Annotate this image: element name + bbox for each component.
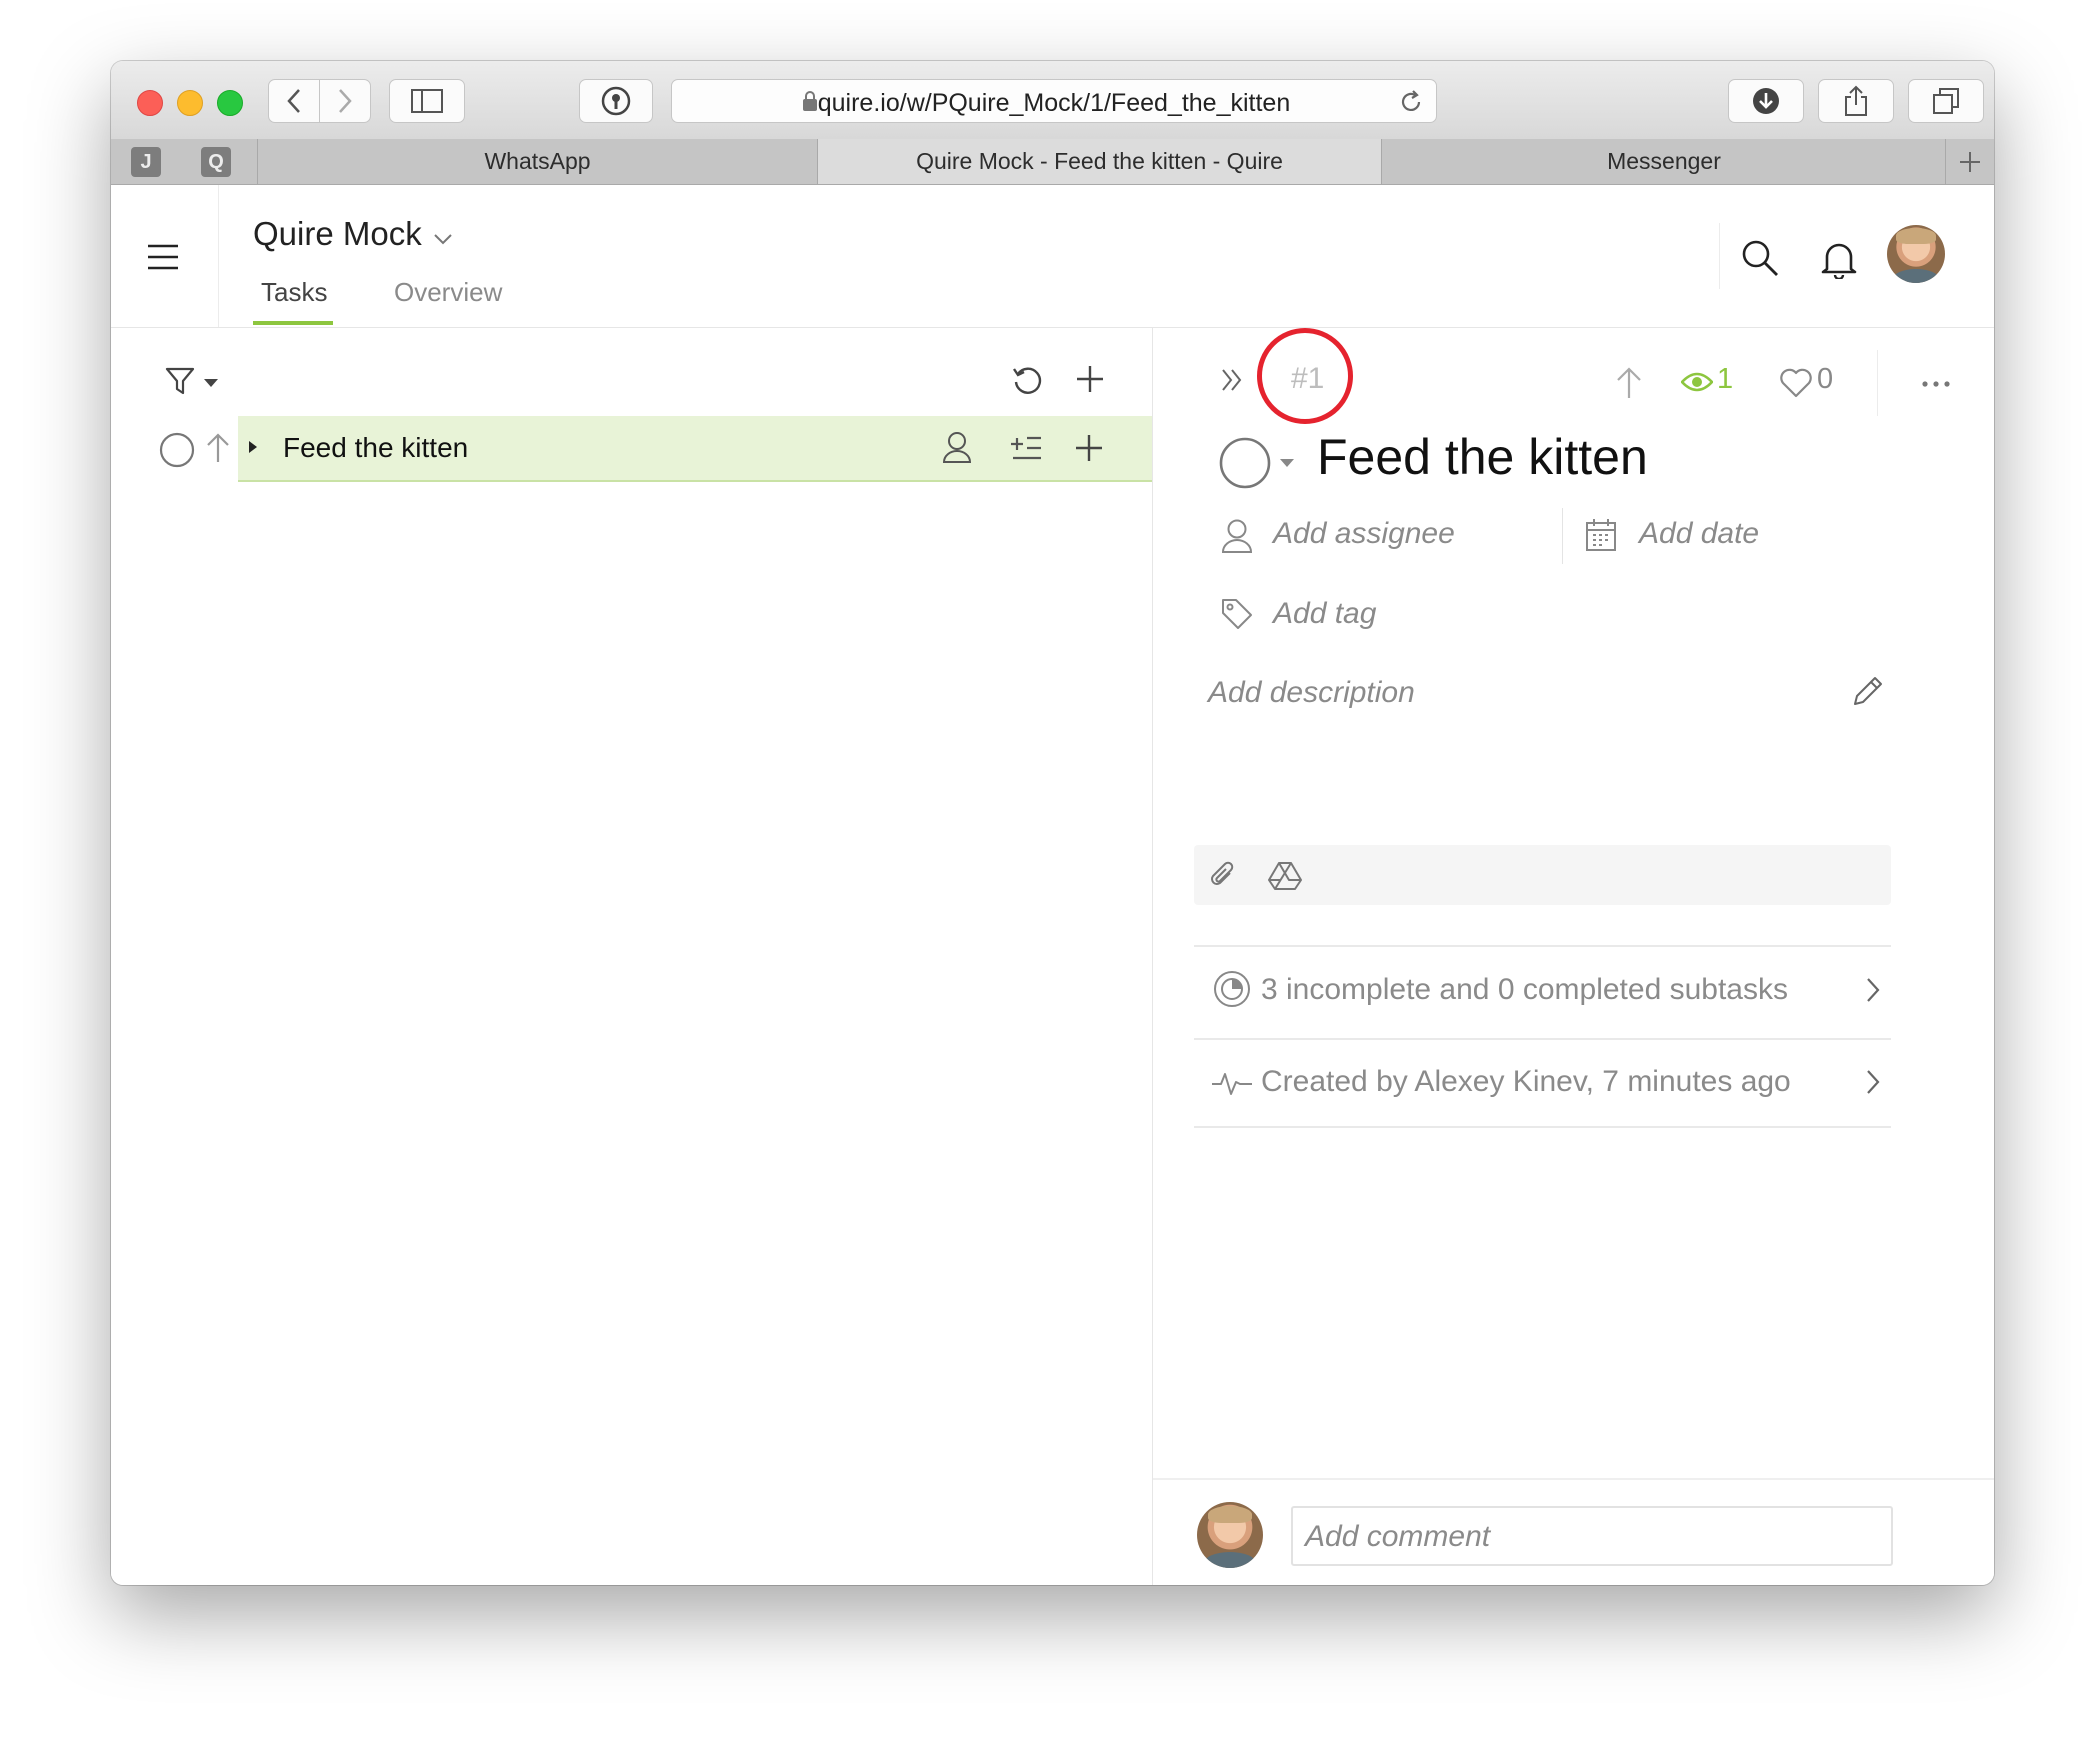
bell-icon[interactable] <box>1821 239 1857 279</box>
add-date-link[interactable]: Add date <box>1639 517 1759 551</box>
likes-count[interactable]: 0 <box>1817 363 1833 396</box>
avatar[interactable] <box>1887 225 1945 283</box>
subtasks-summary[interactable]: 3 incomplete and 0 completed subtasks <box>1261 973 1788 1007</box>
tab-overview[interactable]: Overview <box>394 277 502 308</box>
tag-icon <box>1222 599 1252 629</box>
tabs-icon <box>1933 88 1959 114</box>
caret-down-icon[interactable] <box>1279 458 1295 468</box>
header-divider-right <box>1719 223 1720 289</box>
tab-quire[interactable]: Quire Mock - Feed the kitten - Quire <box>817 139 1381 184</box>
activity-summary[interactable]: Created by Alexey Kinev, 7 minutes ago <box>1261 1065 1791 1099</box>
section-divider <box>1194 945 1891 947</box>
plus-icon <box>1960 151 1980 172</box>
back-button[interactable] <box>268 79 320 123</box>
priority-arrow-icon[interactable] <box>205 432 231 464</box>
assignee-icon[interactable] <box>942 430 972 464</box>
assignee-icon <box>1221 519 1253 553</box>
add-description-link[interactable]: Add description <box>1208 676 1415 710</box>
task-checkbox-icon[interactable] <box>159 432 195 468</box>
browser-window: quire.io/w/PQuire_Mock/1/Feed_the_kitten… <box>111 61 1994 1585</box>
commenter-avatar <box>1197 1502 1263 1568</box>
paperclip-icon[interactable] <box>1208 859 1238 893</box>
comment-area: Add comment <box>1153 1478 1994 1585</box>
chevron-right-icon[interactable] <box>1865 976 1881 1004</box>
search-icon[interactable] <box>1741 239 1779 277</box>
complete-checkbox-icon[interactable] <box>1218 436 1272 490</box>
sidebar-icon <box>411 89 443 113</box>
expand-triangle-icon[interactable] <box>248 440 258 454</box>
new-tab-button[interactable] <box>1945 139 1994 184</box>
watchers-count[interactable]: 1 <box>1717 363 1733 396</box>
pinned-tab-q[interactable]: Q <box>201 147 231 177</box>
app-header: Quire Mock Tasks Overview <box>111 185 1994 328</box>
header-divider <box>218 185 219 327</box>
add-icon[interactable] <box>1074 433 1104 463</box>
collapse-panel-icon[interactable] <box>1221 368 1243 392</box>
field-divider <box>1562 508 1563 564</box>
menu-icon[interactable] <box>147 243 179 271</box>
password-button[interactable] <box>579 79 653 123</box>
download-icon <box>1753 88 1779 114</box>
browser-tab-bar: J Q WhatsApp Quire Mock - Feed the kitte… <box>111 139 1994 185</box>
caret-down-icon[interactable] <box>203 378 219 388</box>
url-text: quire.io/w/PQuire_Mock/1/Feed_the_kitten <box>817 89 1291 117</box>
address-bar[interactable]: quire.io/w/PQuire_Mock/1/Feed_the_kitten <box>671 79 1437 123</box>
heart-icon[interactable] <box>1779 368 1813 398</box>
detail-task-title[interactable]: Feed the kitten <box>1317 428 1648 486</box>
activity-icon <box>1212 1073 1252 1095</box>
task-title[interactable]: Feed the kitten <box>283 432 468 464</box>
section-divider <box>1194 1038 1891 1040</box>
filter-icon[interactable] <box>165 366 195 396</box>
priority-arrow-icon[interactable] <box>1615 366 1643 400</box>
task-list-pane: Feed the kitten <box>111 328 1152 1585</box>
chevron-down-icon[interactable] <box>433 233 453 245</box>
zoom-window-button[interactable] <box>217 90 243 116</box>
tab-tasks[interactable]: Tasks <box>261 277 327 308</box>
reload-icon[interactable] <box>1398 89 1424 115</box>
active-tab-indicator <box>253 321 333 325</box>
pencil-icon[interactable] <box>1851 674 1885 708</box>
subtasks-icon <box>1214 971 1250 1007</box>
tab-messenger[interactable]: Messenger <box>1381 139 1946 184</box>
attachment-bar <box>1194 845 1891 905</box>
highlight-circle <box>1257 328 1353 424</box>
chevron-right-icon[interactable] <box>1865 1068 1881 1096</box>
browser-toolbar: quire.io/w/PQuire_Mock/1/Feed_the_kitten <box>111 61 1994 140</box>
project-title[interactable]: Quire Mock <box>253 215 422 253</box>
comment-placeholder: Add comment <box>1305 1520 1491 1553</box>
minimize-window-button[interactable] <box>177 90 203 116</box>
key-circle-icon <box>601 86 631 116</box>
add-tag-link[interactable]: Add tag <box>1273 597 1376 631</box>
share-button[interactable] <box>1818 79 1894 123</box>
undo-icon[interactable] <box>1011 364 1043 396</box>
toolbar-divider <box>1877 350 1878 416</box>
google-drive-icon[interactable] <box>1268 861 1302 891</box>
comment-input[interactable]: Add comment <box>1291 1506 1893 1566</box>
task-detail-pane: #1 1 0 Feed the kitten Add assignee Add … <box>1153 328 1994 1585</box>
section-divider <box>1194 1126 1891 1128</box>
sidebar-toggle-button[interactable] <box>389 79 465 123</box>
add-subtask-icon[interactable] <box>1010 434 1042 462</box>
forward-button[interactable] <box>319 79 371 123</box>
more-options-icon[interactable] <box>1921 380 1951 388</box>
pinned-tab-j[interactable]: J <box>131 147 161 177</box>
close-window-button[interactable] <box>137 90 163 116</box>
tab-whatsapp[interactable]: WhatsApp <box>257 139 817 184</box>
share-icon <box>1845 85 1867 116</box>
task-row[interactable]: Feed the kitten <box>238 416 1152 482</box>
add-assignee-link[interactable]: Add assignee <box>1273 517 1455 551</box>
add-task-icon[interactable] <box>1075 364 1105 394</box>
eye-icon[interactable] <box>1681 370 1713 394</box>
chevron-right-icon <box>339 89 352 113</box>
chevron-left-icon <box>287 89 300 113</box>
calendar-icon <box>1586 519 1616 551</box>
tab-overview-button[interactable] <box>1908 79 1984 123</box>
downloads-button[interactable] <box>1728 79 1804 123</box>
